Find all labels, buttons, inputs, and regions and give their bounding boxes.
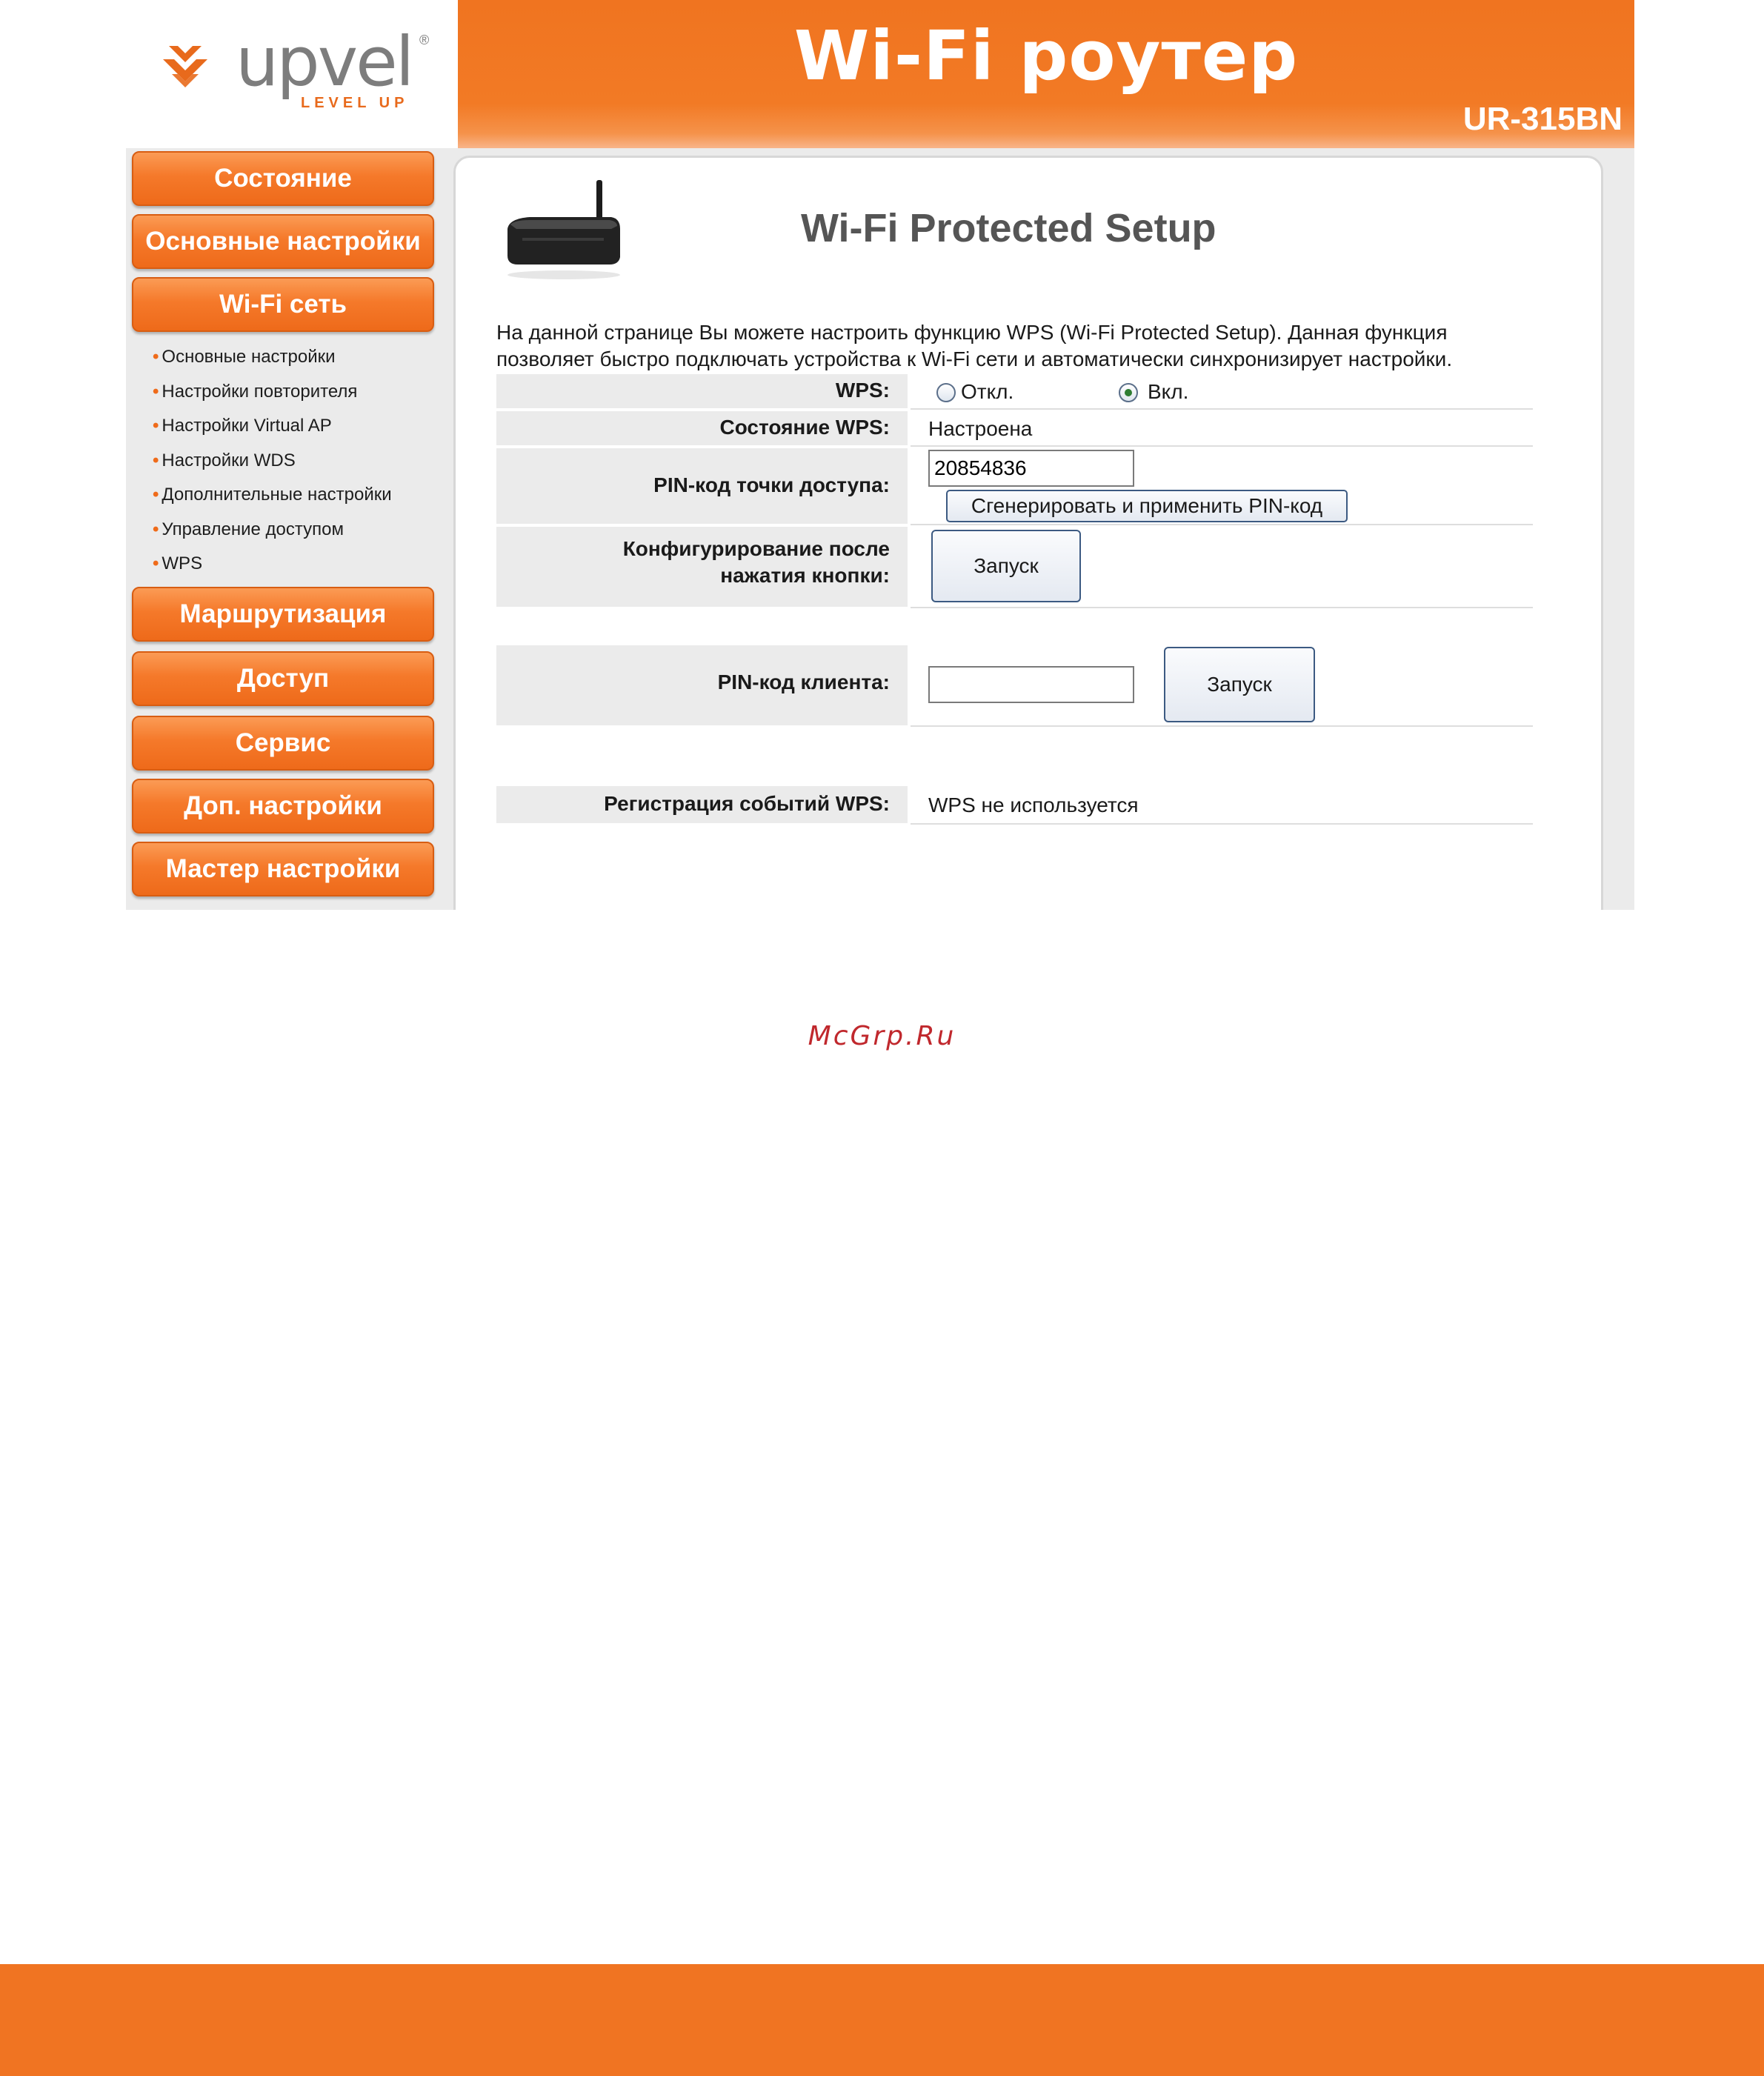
client-pin-input[interactable]: [928, 666, 1134, 703]
wps-off-radio[interactable]: [936, 383, 956, 402]
submenu-item-wds[interactable]: • Настройки WDS: [153, 450, 392, 485]
wps-on-label: Вкл.: [1148, 380, 1189, 403]
submenu-item-basic[interactable]: • Основные настройки: [153, 347, 392, 382]
model-name: UR-315BN: [1462, 101, 1622, 137]
wifi-submenu: • Основные настройки • Настройки повторите…: [153, 347, 392, 588]
upvel-logo-icon: [163, 46, 207, 87]
ap-pin-input[interactable]: [928, 450, 1134, 487]
status-value-cell: Настроена: [911, 411, 1533, 447]
ap-pin-label-cell: PIN-код точки доступа:: [496, 448, 908, 524]
wps-label-cell: WPS:: [496, 374, 908, 408]
submenu-item-wps[interactable]: • WPS: [153, 553, 392, 588]
submenu-item-repeater[interactable]: • Настройки повторителя: [153, 382, 392, 416]
menu-status[interactable]: Состояние: [132, 151, 434, 206]
status-label: Состояние WPS:: [719, 416, 890, 439]
router-icon: [507, 180, 620, 279]
wps-label: WPS:: [835, 379, 890, 402]
pbc-label-cell: Конфигурирование после нажатия кнопки:: [496, 527, 908, 607]
banner-title: Wi-Fi роутер: [793, 16, 1299, 96]
client-pin-label: PIN-код клиента:: [717, 671, 890, 693]
router-admin-screenshot: upvel ® LEVEL UP Wi-Fi роутер UR-315BN С…: [126, 0, 1634, 910]
log-label-cell: Регистрация событий WPS:: [496, 786, 908, 823]
logo-tagline: LEVEL UP: [301, 95, 409, 111]
client-pin-start-button[interactable]: Запуск: [1164, 647, 1315, 722]
logo-word: upvel: [236, 22, 414, 102]
menu-basic-settings[interactable]: Основные настройки: [132, 214, 434, 269]
page-description: На данной странице Вы можете настроить ф…: [496, 321, 1453, 370]
submenu-item-advanced[interactable]: • Дополнительные настройки: [153, 485, 392, 519]
pbc-label: Конфигурирование после нажатия кнопки:: [622, 537, 890, 587]
pbc-start-button[interactable]: Запуск: [931, 530, 1081, 602]
wps-off-label: Откл.: [961, 380, 1014, 403]
ap-pin-label: PIN-код точки доступа:: [653, 473, 890, 496]
status-label-cell: Состояние WPS:: [496, 411, 908, 445]
submenu-item-access-control[interactable]: • Управление доступом: [153, 519, 392, 554]
page-title: Wi-Fi Protected Setup: [801, 206, 1217, 250]
watermark: McGrp.Ru: [808, 1021, 956, 1051]
client-pin-label-cell: PIN-код клиента:: [496, 645, 908, 725]
ap-pin-value-cell: Сгенерировать и применить PIN-код: [911, 448, 1533, 525]
logo-registered-mark: ®: [419, 33, 430, 47]
menu-routing[interactable]: Маршрутизация: [132, 587, 434, 642]
submenu-item-virtual-ap[interactable]: • Настройки Virtual AP: [153, 416, 392, 450]
wps-value-cell: Откл. Вкл.: [911, 374, 1533, 410]
content-panel: Wi-Fi Protected Setup На данной странице…: [453, 156, 1603, 910]
client-pin-value-cell: Запуск: [911, 645, 1533, 727]
wps-on-radio[interactable]: [1119, 383, 1138, 402]
pbc-value-cell: Запуск: [911, 527, 1533, 608]
log-value: WPS не используется: [928, 794, 1139, 816]
menu-access[interactable]: Доступ: [132, 651, 434, 706]
generate-pin-button[interactable]: Сгенерировать и применить PIN-код: [946, 490, 1348, 522]
status-value: Настроена: [928, 417, 1033, 440]
log-value-cell: WPS не используется: [911, 786, 1533, 825]
log-label: Регистрация событий WPS:: [604, 792, 890, 815]
menu-setup-wizard[interactable]: Мастер настройки: [132, 842, 434, 896]
sidebar: Состояние Основные настройки Wi-Fi сеть …: [126, 148, 452, 910]
header-banner: Wi-Fi роутер UR-315BN: [458, 0, 1634, 148]
logo: upvel ® LEVEL UP: [126, 0, 459, 148]
menu-wifi-network[interactable]: Wi-Fi сеть: [132, 277, 434, 332]
menu-extra-settings[interactable]: Доп. настройки: [132, 779, 434, 834]
menu-service[interactable]: Сервис: [132, 716, 434, 771]
footer-bar: [0, 1964, 1764, 2076]
